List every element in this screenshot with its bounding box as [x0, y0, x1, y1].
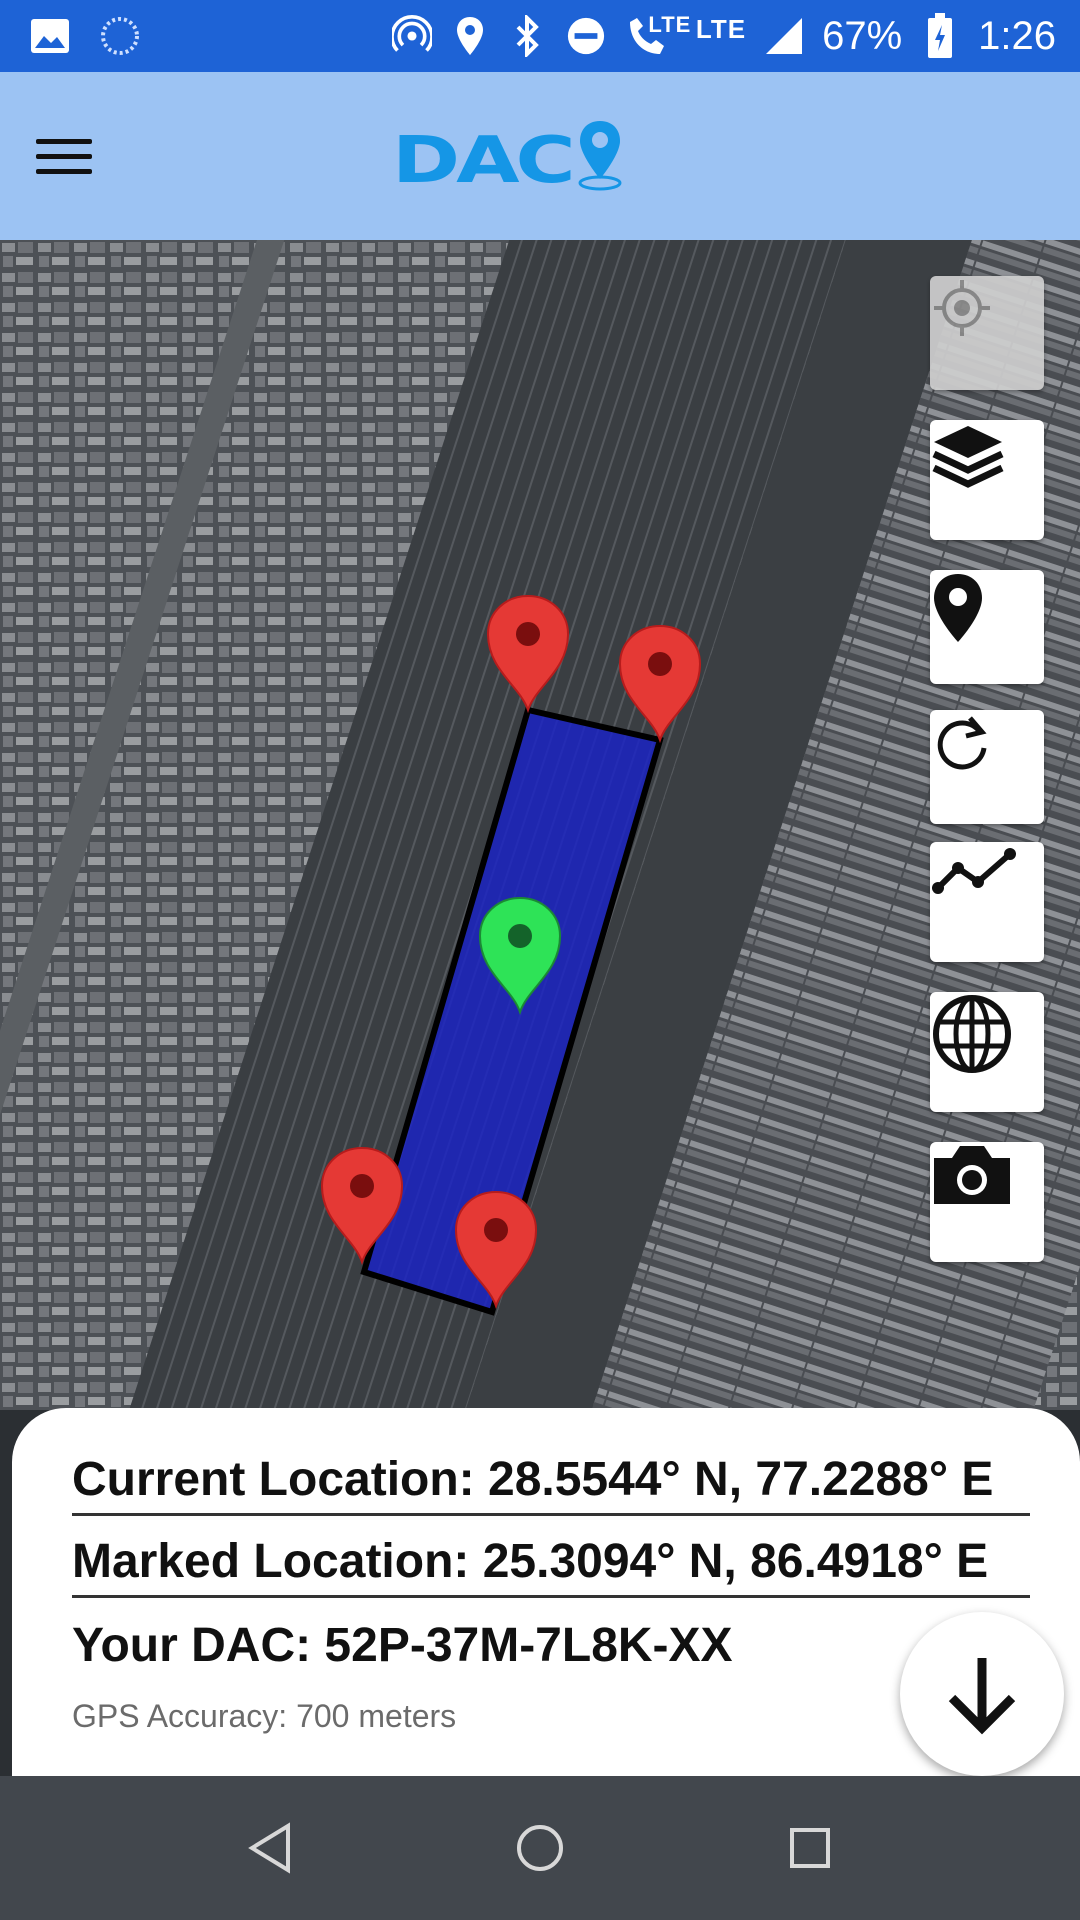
menu-icon-bar	[36, 168, 92, 174]
current-location-text: Current Location: 28.5544° N, 77.2288° E	[72, 1452, 1030, 1516]
network-label-1: LTE	[648, 12, 692, 37]
status-bar: LTE LTE 67% 1:26	[0, 0, 1080, 72]
crosshair-icon	[934, 280, 990, 336]
map-pin-icon	[934, 574, 982, 642]
hamburger-menu-button[interactable]	[36, 122, 120, 190]
camera-icon	[934, 1146, 1010, 1204]
bluetooth-icon	[508, 15, 548, 57]
refresh-icon	[937, 716, 987, 770]
do-not-disturb-icon	[566, 16, 606, 56]
network-label-2: LTE	[695, 13, 747, 44]
clock: 1:26	[978, 13, 1056, 58]
app-logo: DAC	[392, 110, 626, 210]
layers-button[interactable]	[930, 420, 1044, 540]
app-header: DAC	[0, 72, 1080, 240]
my-location-button[interactable]	[930, 276, 1044, 390]
image-notification-icon	[30, 16, 70, 56]
dac-code-text: Your DAC: 52P-37M-7L8K-XX	[72, 1619, 733, 1672]
refresh-button[interactable]	[930, 710, 1044, 824]
marked-location-text: Marked Location: 25.3094° N, 86.4918° E	[72, 1534, 1030, 1598]
logo-pin-icon	[578, 121, 622, 191]
globe-icon	[933, 995, 1011, 1073]
home-circle-icon	[517, 1825, 563, 1871]
system-nav-bar	[0, 1776, 1080, 1920]
globe-button[interactable]	[930, 992, 1044, 1112]
trace-path-button[interactable]	[930, 842, 1044, 962]
volte-call-icon: LTE	[624, 12, 690, 56]
camera-button[interactable]	[930, 1142, 1044, 1262]
battery-charging-icon	[920, 13, 960, 58]
polyline-icon	[932, 848, 1016, 894]
map-canvas	[0, 240, 1080, 1410]
logo-text: DAC	[392, 122, 576, 198]
menu-icon-bar	[36, 138, 92, 144]
download-button[interactable]	[900, 1612, 1064, 1776]
place-marker-button[interactable]	[930, 570, 1044, 684]
back-triangle-icon	[248, 1822, 290, 1874]
layers-icon	[932, 426, 1004, 488]
battery-percent: 67%	[822, 13, 903, 58]
recents-square-icon	[790, 1828, 830, 1868]
location-status-icon	[450, 16, 490, 56]
arrow-down-icon	[948, 1658, 1016, 1735]
hotspot-icon	[391, 15, 432, 56]
home-button[interactable]	[490, 1806, 590, 1890]
menu-icon-bar	[36, 153, 92, 159]
gps-accuracy-text: GPS Accuracy: 700 meters	[72, 1698, 457, 1734]
sync-notification-icon	[100, 16, 140, 56]
back-button[interactable]	[220, 1806, 320, 1890]
recents-button[interactable]	[760, 1806, 860, 1890]
satellite-map[interactable]	[0, 240, 1080, 1410]
signal-icon	[764, 16, 804, 56]
